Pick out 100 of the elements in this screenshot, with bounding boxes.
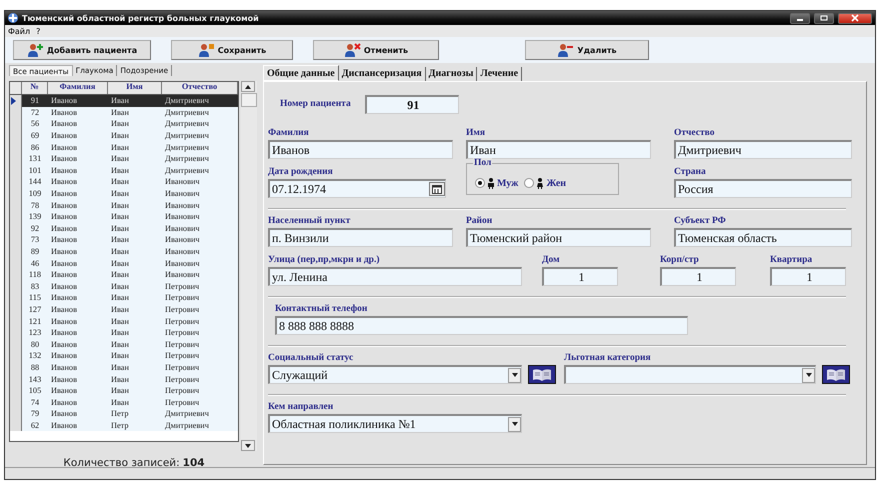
dropdown-field[interactable] (564, 365, 816, 384)
toolbar-button[interactable]: Удалить (525, 40, 649, 60)
table-row[interactable]: 86 Иванов Иван Дмитриевич (10, 141, 238, 153)
menu-item[interactable]: Файл (8, 26, 30, 36)
table-cell-text: Иванов (50, 258, 78, 268)
book-icon (532, 368, 552, 381)
table-row[interactable]: 121 Иванов Иван Петрович (10, 315, 238, 327)
table-row[interactable]: 79 Иванов Петр Дмитриевич (10, 408, 238, 420)
close-button[interactable] (838, 12, 872, 24)
table-cell-text: Иван (110, 293, 130, 302)
table-cell-text: Иван (110, 166, 130, 175)
table-cell-text: 105 (28, 386, 42, 396)
table-row[interactable]: 72 Иванов Иван Дмитриевич (10, 106, 238, 118)
radio-button[interactable] (475, 178, 485, 188)
scroll-up-button[interactable] (241, 81, 255, 92)
tab[interactable]: Диагнозы (426, 67, 478, 81)
tab[interactable]: Общие данные (263, 65, 339, 81)
table-cell-text: Иванов (50, 119, 78, 128)
table-row[interactable]: 144 Иванов Иван Иванович (10, 176, 238, 188)
table-cell-text: 139 (28, 212, 42, 222)
text-field[interactable]: Иван (466, 140, 651, 159)
field-label: Квартира (770, 255, 812, 266)
maximize-button[interactable] (814, 12, 834, 24)
table-row[interactable]: 118 Иванов Иван Иванович (10, 268, 238, 280)
text-field[interactable]: 8 888 888 8888 (275, 316, 688, 335)
table-row[interactable]: 73 Иванов Иван Иванович (10, 234, 238, 246)
table-cell-text: Петрович (164, 282, 200, 291)
dropdown-field[interactable]: Областная поликлиника №1 (268, 414, 522, 433)
patient-number-field[interactable]: 91 (364, 95, 459, 114)
book-button[interactable] (528, 365, 556, 384)
column-header[interactable]: Фамилия (48, 82, 108, 94)
table-row[interactable]: 56 Иванов Иван Дмитриевич (10, 118, 238, 130)
scroll-down-button[interactable] (241, 440, 255, 451)
calendar-button[interactable] (429, 182, 445, 196)
book-button[interactable] (822, 365, 850, 384)
table-row[interactable]: 132 Иванов Иван Петрович (10, 350, 238, 362)
table-cell-text: Иванов (50, 108, 78, 117)
table-cell-text: Иван (110, 189, 130, 198)
table-cell-text: Иванов (50, 386, 78, 396)
table-row[interactable]: 101 Иванов Иван Дмитриевич (10, 164, 238, 176)
calendar-icon (432, 184, 442, 194)
table-cell-text: Петрович (164, 362, 200, 372)
column-header[interactable]: Отчество (162, 82, 238, 94)
table-cell-text: Петрович (164, 351, 200, 360)
radio-button[interactable] (524, 178, 534, 188)
table-row[interactable]: 78 Иванов Иван Иванович (10, 199, 238, 211)
text-field[interactable]: Дмитриевич (674, 140, 852, 159)
book-icon (826, 368, 846, 381)
tab[interactable]: Диспансеризация (338, 67, 426, 81)
text-field[interactable]: Тюменский район (466, 228, 651, 247)
column-header[interactable]: № (22, 82, 48, 94)
field-label: Отчество (674, 128, 714, 139)
scrollbar[interactable] (241, 81, 257, 451)
table-cell-text: Иванович (164, 177, 201, 186)
minimize-button[interactable] (790, 12, 810, 24)
table-row[interactable]: 69 Иванов Иван Дмитриевич (10, 130, 238, 142)
table-row[interactable]: 91 Иванов Иван Дмитриевич (10, 95, 238, 107)
table-cell-text: Дмитриевич (164, 131, 210, 140)
table-row[interactable]: 89 Иванов Иван Иванович (10, 246, 238, 258)
table-row[interactable]: 143 Иванов Иван Петрович (10, 373, 238, 385)
man-icon (488, 178, 494, 188)
table-row[interactable]: 46 Иванов Иван Иванович (10, 257, 238, 269)
window-title: Тюменский областной регистр больных глаукомой (22, 14, 260, 22)
text-field[interactable]: 1 (542, 267, 618, 286)
scroll-thumb[interactable] (241, 93, 257, 107)
table-cell-text: 91 (30, 96, 40, 106)
table-row[interactable]: 80 Иванов Иван Петрович (10, 338, 238, 350)
table-row[interactable]: 88 Иванов Иван Петрович (10, 362, 238, 374)
menu-item[interactable]: ? (36, 26, 40, 36)
table-row[interactable]: 62 Иванов Петр Дмитриевич (10, 420, 238, 432)
text-field[interactable]: Иванов (268, 140, 453, 159)
table-row[interactable]: 139 Иванов Иван Иванович (10, 210, 238, 223)
table-row[interactable]: 74 Иванов Иван Петрович (10, 396, 238, 408)
text-field[interactable]: 1 (770, 267, 846, 286)
text-field[interactable]: Россия (674, 179, 852, 198)
table-row[interactable]: 123 Иванов Иван Петрович (10, 326, 238, 338)
table-row[interactable]: 105 Иванов Иван Петрович (10, 384, 238, 396)
table-row[interactable]: 131 Иванов Иван Дмитриевич (10, 152, 238, 165)
toolbar-button[interactable]: Отменить (313, 40, 439, 60)
table-cell-text: Петр (110, 420, 130, 430)
table-row[interactable]: 115 Иванов Иван Петрович (10, 292, 238, 304)
field-label: Улица (пер,пр,мкрн и др.) (268, 255, 380, 266)
table-row[interactable]: 83 Иванов Иван Петрович (10, 280, 238, 292)
toolbar-button[interactable]: Добавить пациента (13, 40, 151, 60)
tab[interactable]: Лечение (477, 67, 522, 81)
table-cell-text: Иванов (50, 420, 78, 430)
table-row[interactable]: 127 Иванов Иван Петрович (10, 304, 238, 316)
text-field[interactable]: Тюменская область (674, 228, 852, 247)
date-field[interactable]: 07.12.1974 (268, 179, 446, 198)
column-header[interactable]: Имя (108, 82, 162, 94)
table-cell-text: Дмитриевич (164, 119, 210, 128)
text-field[interactable]: 1 (660, 267, 736, 286)
toolbar-button[interactable]: Сохранить (171, 40, 293, 60)
app-icon (8, 13, 18, 23)
table-row[interactable]: 109 Иванов Иван Иванович (10, 188, 238, 200)
dropdown-field[interactable]: Служащий (268, 365, 522, 384)
text-field[interactable]: п. Винзили (268, 228, 453, 247)
table-row[interactable]: 92 Иванов Иван Иванович (10, 222, 238, 234)
field-label: Номер пациента (280, 98, 351, 110)
text-field[interactable]: ул. Ленина (268, 267, 522, 286)
